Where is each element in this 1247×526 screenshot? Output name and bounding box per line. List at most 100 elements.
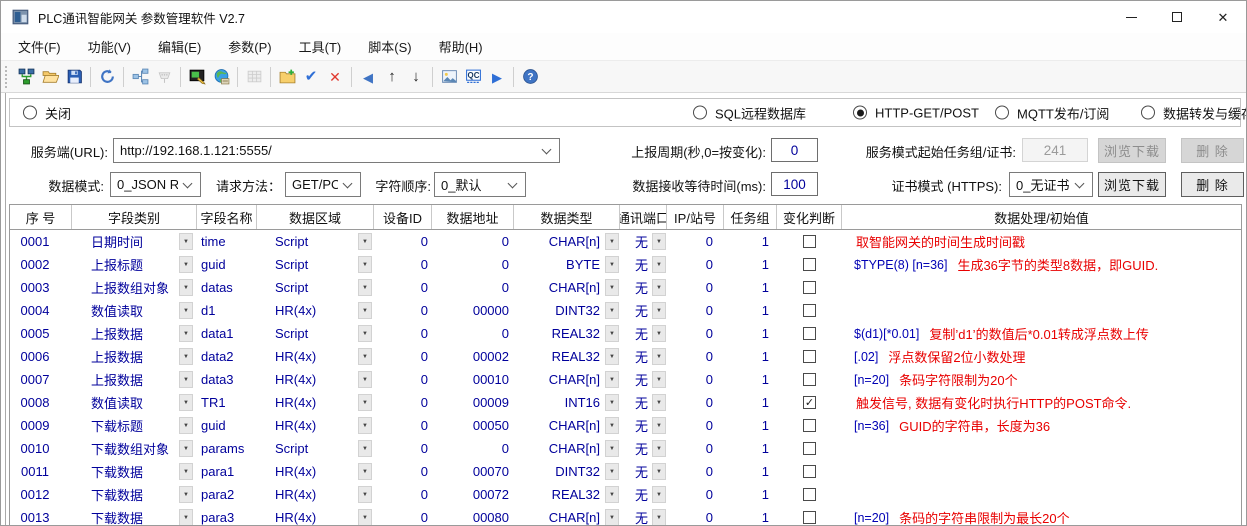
mode-radio-option[interactable]: SQL远程数据库	[693, 103, 806, 122]
change-checkbox[interactable]	[803, 350, 816, 363]
mode-radio-option[interactable]: HTTP-GET/POST	[853, 105, 979, 120]
change-checkbox[interactable]	[803, 281, 816, 294]
cell-category[interactable]: 下载标题	[72, 414, 197, 437]
cert-browse-download-button[interactable]: 浏览下载	[1098, 172, 1166, 197]
category-dropdown-button[interactable]	[179, 509, 193, 526]
cell-data-processing[interactable]	[842, 299, 1241, 322]
category-dropdown-button[interactable]	[179, 233, 193, 250]
cell-data-region[interactable]: Script	[257, 322, 374, 345]
cell-task-group[interactable]: 1	[724, 276, 777, 299]
cell-seq[interactable]: 0013	[10, 506, 72, 526]
cell-comm-port[interactable]: 无	[620, 276, 667, 299]
cell-seq[interactable]: 0009	[10, 414, 72, 437]
request-method-dropdown[interactable]: GET/POST	[285, 172, 361, 197]
datatype-dropdown-button[interactable]	[605, 256, 619, 273]
cell-data-address[interactable]: 00072	[432, 483, 514, 506]
cell-comm-port[interactable]: 无	[620, 437, 667, 460]
cell-task-group[interactable]: 1	[724, 483, 777, 506]
cell-device-id[interactable]: 0	[374, 230, 432, 253]
category-dropdown-button[interactable]	[179, 302, 193, 319]
cell-data-type[interactable]: CHAR[n]	[514, 368, 620, 391]
cell-comm-port[interactable]: 无	[620, 483, 667, 506]
menu-item[interactable]: 文件(F)	[7, 32, 72, 61]
cell-change-flag[interactable]	[777, 437, 842, 460]
cell-data-region[interactable]: HR(4x)	[257, 414, 374, 437]
cell-ip-station[interactable]: 0	[667, 368, 724, 391]
datatype-dropdown-button[interactable]	[605, 486, 619, 503]
cell-data-region[interactable]: Script	[257, 230, 374, 253]
change-checkbox[interactable]	[803, 511, 816, 524]
cell-data-processing[interactable]: [n=36]GUID的字符串，长度为36	[842, 414, 1241, 437]
cell-data-address[interactable]: 00070	[432, 460, 514, 483]
cell-seq[interactable]: 0005	[10, 322, 72, 345]
cell-field-name[interactable]: datas	[197, 276, 257, 299]
menu-item[interactable]: 功能(V)	[77, 32, 142, 61]
data-mode-dropdown[interactable]: 0_JSON Raw	[110, 172, 201, 197]
category-dropdown-button[interactable]	[179, 348, 193, 365]
cell-device-id[interactable]: 0	[374, 414, 432, 437]
category-dropdown-button[interactable]	[179, 417, 193, 434]
datatype-dropdown-button[interactable]	[605, 233, 619, 250]
mode-radio-option[interactable]: 关闭	[23, 103, 71, 122]
datatype-dropdown-button[interactable]	[605, 279, 619, 296]
cell-comm-port[interactable]: 无	[620, 368, 667, 391]
change-checkbox[interactable]	[803, 304, 816, 317]
cell-ip-station[interactable]: 0	[667, 460, 724, 483]
cell-device-id[interactable]: 0	[374, 483, 432, 506]
cell-device-id[interactable]: 0	[374, 345, 432, 368]
datatype-dropdown-button[interactable]	[605, 325, 619, 342]
cell-data-region[interactable]: HR(4x)	[257, 368, 374, 391]
region-dropdown-button[interactable]	[358, 440, 372, 457]
cell-data-region[interactable]: Script	[257, 276, 374, 299]
cell-task-group[interactable]: 1	[724, 391, 777, 414]
cell-data-processing[interactable]: $(d1)[*0.01]复制’d1’的数值后*0.01转成浮点数上传	[842, 322, 1241, 345]
cell-field-name[interactable]: time	[197, 230, 257, 253]
port-dropdown-button[interactable]	[652, 233, 666, 250]
change-checkbox[interactable]	[803, 327, 816, 340]
change-checkbox[interactable]	[803, 235, 816, 248]
cell-data-address[interactable]: 0	[432, 437, 514, 460]
cell-change-flag[interactable]	[777, 368, 842, 391]
cell-device-id[interactable]: 0	[374, 391, 432, 414]
cell-data-type[interactable]: DINT32	[514, 299, 620, 322]
back-icon[interactable]	[356, 65, 380, 89]
move-down-icon[interactable]	[404, 65, 428, 89]
cell-seq[interactable]: 0007	[10, 368, 72, 391]
datatype-dropdown-button[interactable]	[605, 440, 619, 457]
cell-data-type[interactable]: BYTE	[514, 253, 620, 276]
serial-port-icon[interactable]	[152, 65, 176, 89]
region-dropdown-button[interactable]	[358, 394, 372, 411]
device-screen-icon[interactable]	[185, 65, 209, 89]
cell-ip-station[interactable]: 0	[667, 253, 724, 276]
cell-data-processing[interactable]: [.02]浮点数保留2位小数处理	[842, 345, 1241, 368]
port-dropdown-button[interactable]	[652, 302, 666, 319]
cell-ip-station[interactable]: 0	[667, 437, 724, 460]
cell-comm-port[interactable]: 无	[620, 322, 667, 345]
report-period-input[interactable]	[771, 138, 818, 162]
cell-ip-station[interactable]: 0	[667, 414, 724, 437]
cell-field-name[interactable]: para2	[197, 483, 257, 506]
cell-field-name[interactable]: para3	[197, 506, 257, 526]
cell-category[interactable]: 数值读取	[72, 391, 197, 414]
cell-change-flag[interactable]	[777, 230, 842, 253]
cell-task-group[interactable]: 1	[724, 230, 777, 253]
cell-seq[interactable]: 0011	[10, 460, 72, 483]
region-dropdown-button[interactable]	[358, 302, 372, 319]
datatype-dropdown-button[interactable]	[605, 463, 619, 480]
cell-data-region[interactable]: HR(4x)	[257, 391, 374, 414]
cell-data-region[interactable]: Script	[257, 437, 374, 460]
cell-task-group[interactable]: 1	[724, 345, 777, 368]
cell-seq[interactable]: 0001	[10, 230, 72, 253]
cell-device-id[interactable]: 0	[374, 368, 432, 391]
cell-task-group[interactable]: 1	[724, 414, 777, 437]
chevron-down-icon[interactable]	[343, 178, 353, 188]
cell-ip-station[interactable]: 0	[667, 483, 724, 506]
cell-comm-port[interactable]: 无	[620, 230, 667, 253]
change-checkbox[interactable]	[803, 488, 816, 501]
cell-seq[interactable]: 0002	[10, 253, 72, 276]
cell-category[interactable]: 数值读取	[72, 299, 197, 322]
cell-category[interactable]: 上报数组对象	[72, 276, 197, 299]
cell-task-group[interactable]: 1	[724, 460, 777, 483]
cell-category[interactable]: 下载数据	[72, 460, 197, 483]
cell-task-group[interactable]: 1	[724, 322, 777, 345]
